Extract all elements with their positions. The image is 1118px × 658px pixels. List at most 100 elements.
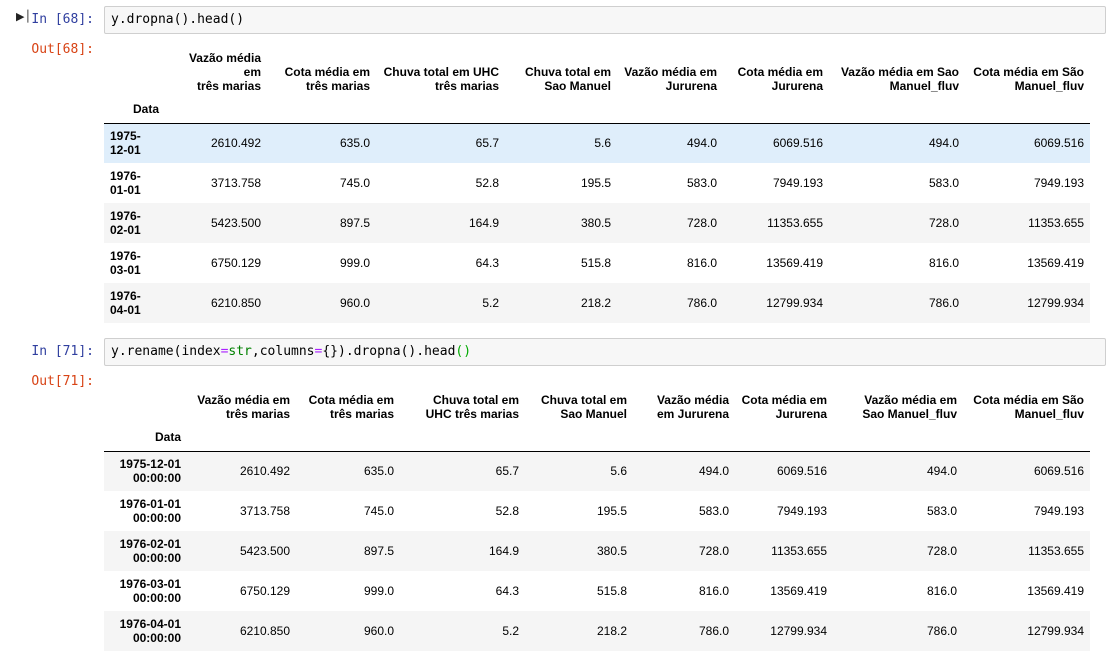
text-line-1: Vazão média em Sao: [840, 65, 959, 79]
table-cell: 745.0: [363, 504, 394, 518]
table-cell: 13569.419: [1027, 584, 1084, 598]
text-line-1: 1976-: [110, 209, 141, 223]
row-index: 1976- 03-01: [104, 243, 165, 283]
text-line-1: Chuva total em: [432, 393, 519, 407]
row-index: 1975-12-01 00:00:00: [104, 451, 187, 491]
text-line-2: Jururena: [771, 79, 823, 93]
table-cell: 960.0: [339, 296, 370, 310]
text-line-2: três marias: [434, 79, 499, 93]
text-line-1: Cota média em: [284, 65, 370, 79]
text-line-1: Vazão média: [656, 393, 729, 407]
index-name-spacer: [633, 423, 735, 451]
table-cell: 11353.655: [1028, 544, 1084, 558]
table-cell: 635.0: [363, 464, 394, 479]
index-name-spacer: [187, 423, 296, 451]
text-line-2: Sao Manuel: [544, 79, 611, 93]
table-cell: 999.0: [363, 584, 394, 598]
table-cell: 3713.758: [210, 176, 261, 190]
table-cell: 11353.655: [767, 216, 823, 230]
text-line-2: Jururena: [775, 407, 827, 421]
table-cell: 728.0: [926, 544, 957, 558]
text-line-2: 02-01: [110, 223, 141, 237]
dataframe-table: Vazão média em três marias Cota média em tr…: [104, 383, 1090, 651]
table-cell: 897.5: [339, 216, 370, 230]
index-name-spacer: [525, 423, 633, 451]
table-cell: 5423.500: [210, 216, 261, 230]
text-line-1: 1976-: [110, 289, 141, 303]
table-cell: 583.0: [926, 504, 957, 518]
index-name: Data: [154, 429, 181, 444]
code-text[interactable]: y.rename(index=str,columns={}).dropna().…: [111, 344, 471, 359]
index-name-spacer: [505, 95, 617, 123]
column-header: Chuva total em Sao Manuel: [525, 383, 633, 423]
input-prompt: In [68]:: [31, 12, 94, 27]
text-line-2: 03-01: [110, 263, 141, 277]
table-cell: 6069.516: [1033, 464, 1084, 479]
table-cell: 494.0: [686, 136, 717, 151]
table-cell: 515.8: [596, 584, 627, 598]
text-line-1: 1975-12-01: [119, 457, 181, 472]
index-name-spacer: [965, 95, 1090, 123]
output-area: Vazão média em três marias Cota média em tr…: [104, 51, 1090, 323]
text-line-2: três marias: [305, 79, 370, 93]
table-cell: 11353.655: [771, 544, 827, 558]
code-input[interactable]: y.rename(index=str,columns={}).dropna().…: [104, 338, 1106, 366]
table-cell: 5423.500: [239, 544, 290, 558]
table-cell: 5.2: [482, 296, 499, 310]
table-cell: 7949.193: [776, 504, 827, 518]
text-line-1: Chuva total em: [540, 393, 627, 407]
table-cell: 65.7: [495, 464, 519, 479]
text-line-2: Manuel_fluv: [1014, 79, 1084, 93]
text-line-1: Vazão média em: [188, 51, 261, 79]
table-cell: 816.0: [686, 256, 717, 270]
text-line-1: 1976-03-01: [119, 577, 181, 591]
table-cell: 195.5: [580, 176, 611, 190]
text-line-2: Manuel_fluv: [889, 79, 959, 93]
table-cell: 6069.516: [772, 136, 823, 151]
table-cell: 786.0: [928, 296, 959, 310]
table-cell: 195.5: [596, 504, 627, 518]
code-token: y.dropna().head(): [111, 12, 245, 27]
table-cell: 2610.492: [239, 464, 290, 479]
table-row: 1976-04-01 00:00:00 6210.850 960.0 5.2 218.2 7…: [104, 611, 1090, 651]
code-input[interactable]: y.dropna().head(): [104, 6, 1106, 34]
column-header: Vazão média em três marias: [165, 51, 267, 95]
code-text[interactable]: y.dropna().head(): [111, 12, 244, 27]
table-cell: 52.8: [495, 504, 519, 518]
code-token: ,columns: [251, 344, 315, 359]
table-cell: 164.9: [468, 216, 499, 230]
table-row: 1976-02-01 00:00:00 5423.500 897.5 164.9 380.…: [104, 531, 1090, 571]
index-name-spacer: [723, 95, 829, 123]
table-row: 1976- 04-01 6210.850 960.0 5.2 218.2 786.0 1279…: [104, 283, 1090, 323]
row-index: 1976-01-01 00:00:00: [104, 491, 187, 531]
table-row: 1976- 02-01 5423.500 897.5 164.9 380.5 728.0 11…: [104, 203, 1090, 243]
text-line-1: 1976-01-01: [119, 497, 181, 511]
table-cell: 786.0: [698, 624, 729, 638]
index-name-spacer: [165, 95, 267, 123]
table-cell: 13569.419: [1027, 256, 1084, 270]
notebook-cell-71[interactable]: In [71]: y.rename(index=str,columns={}).…: [0, 332, 1118, 658]
dataframe-table: Vazão média em três marias Cota média em tr…: [104, 51, 1090, 323]
table-row: 1975-12-01 00:00:00 2610.492 635.0 65.7 5.6 49…: [104, 451, 1090, 491]
text-line-1: Cota média em: [737, 65, 823, 79]
index-name: Data: [132, 101, 159, 116]
table-cell: 494.0: [928, 136, 959, 151]
code-token: (): [455, 344, 472, 359]
text-line-2: 00:00:00: [132, 631, 181, 645]
table-cell: 7949.193: [1033, 504, 1084, 518]
table-cell: 64.3: [475, 256, 499, 270]
text-line-2: Manuel_fluv: [1014, 407, 1084, 421]
index-name-spacer: [296, 423, 400, 451]
index-name-spacer: [376, 95, 505, 123]
table-cell: 5.6: [594, 136, 611, 151]
text-line-1: 1976-: [110, 249, 141, 263]
column-header: Vazão média em três marias: [187, 383, 296, 423]
table-cell: 218.2: [580, 296, 611, 310]
notebook-cell-68[interactable]: ▶│ In [68]: y.dropna().head() Out[68]: V…: [0, 0, 1118, 330]
table-cell: 13569.419: [766, 256, 823, 270]
text-line-2: 04-01: [110, 303, 141, 317]
text-line-2: 00:00:00: [132, 591, 181, 605]
table-row: 1976- 03-01 6750.129 999.0 64.3 515.8 816.0 135…: [104, 243, 1090, 283]
text-line-2: 01-01: [110, 183, 141, 197]
column-header: Cota média em três marias: [296, 383, 400, 423]
